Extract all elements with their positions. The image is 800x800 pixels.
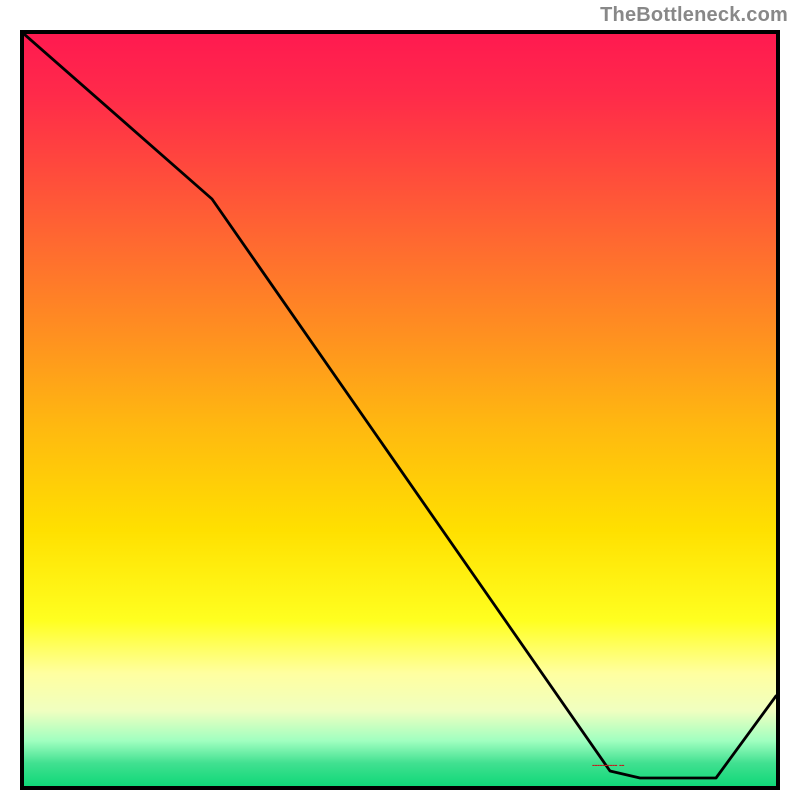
annotation-label: ---------- --	[592, 760, 624, 770]
line-series	[24, 34, 776, 786]
chart-container: TheBottleneck.com ---------- --	[0, 0, 800, 800]
plot-area: ---------- --	[24, 34, 776, 786]
attribution-label: TheBottleneck.com	[600, 4, 788, 27]
plot-border: ---------- --	[20, 30, 780, 790]
